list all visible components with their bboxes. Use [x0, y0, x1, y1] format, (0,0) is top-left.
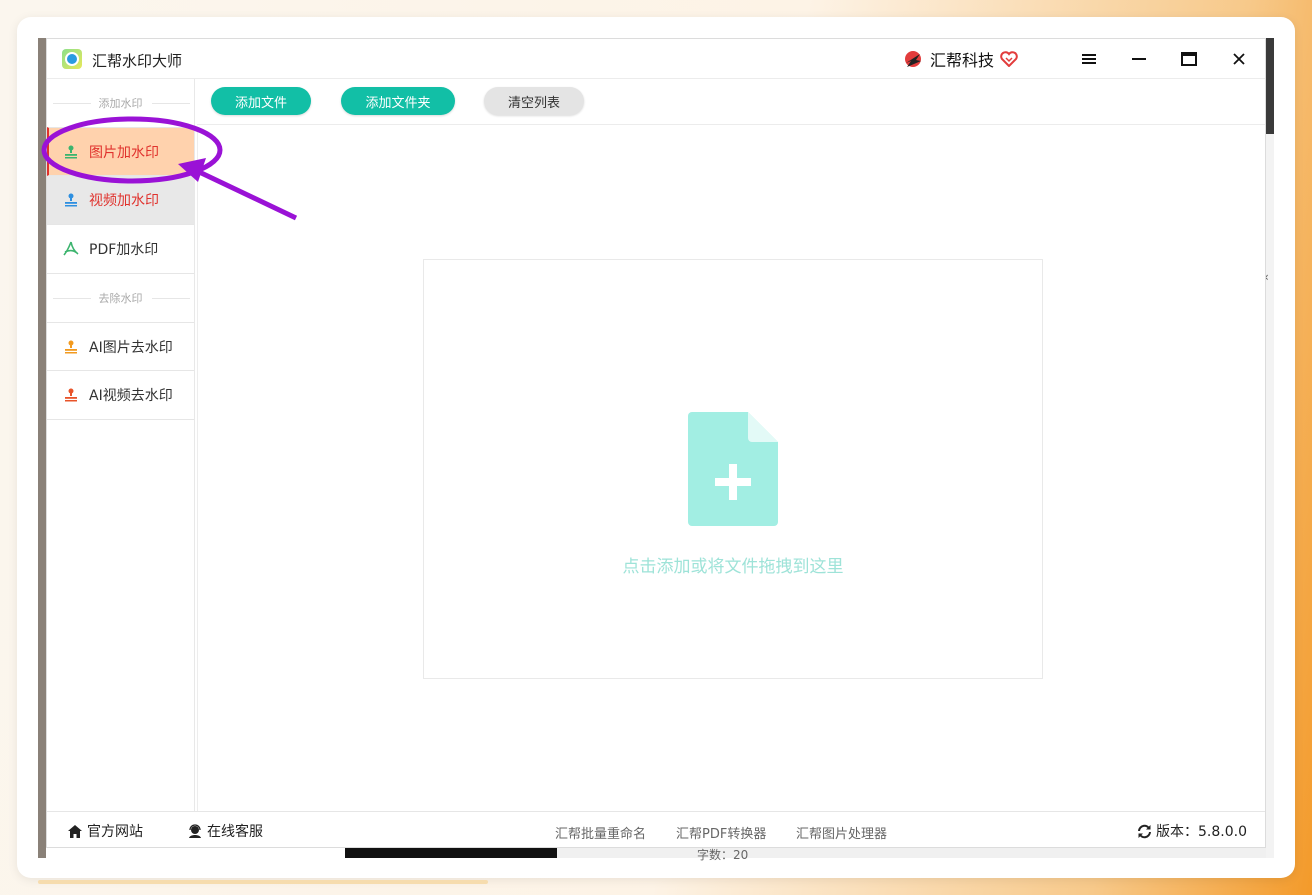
- official-website-link[interactable]: 官方网站: [67, 821, 143, 841]
- heart-icon: [1000, 51, 1018, 67]
- stamp-icon: [65, 388, 77, 402]
- app-logo-icon: [62, 49, 82, 69]
- background-remnant: [38, 38, 46, 858]
- close-icon[interactable]: [1227, 47, 1251, 71]
- sidebar-item-label: AI图片去水印: [89, 339, 173, 356]
- add-file-icon: [688, 412, 778, 526]
- sidebar-item-label: 图片加水印: [89, 144, 159, 161]
- sidebar-item-label: PDF加水印: [89, 242, 159, 258]
- pdf-icon: [63, 241, 79, 256]
- menu-icon[interactable]: [1077, 47, 1101, 71]
- version-label: 版本：5.8.0.0: [1156, 824, 1247, 840]
- brand-logo-icon: [905, 51, 921, 67]
- online-support-label: 在线客服: [207, 824, 263, 840]
- tool-link-pdf-converter[interactable]: 汇帮PDF转换器: [676, 823, 766, 842]
- brand-name: 汇帮科技: [930, 51, 995, 70]
- online-support-link[interactable]: 在线客服: [187, 821, 263, 841]
- sidebar-item-video-watermark[interactable]: 视频加水印: [47, 176, 194, 225]
- section-label-add: 添加水印: [47, 79, 194, 127]
- section-label-remove: 去除水印: [47, 274, 194, 322]
- version-info[interactable]: 版本：5.8.0.0: [1137, 821, 1247, 841]
- support-agent-icon: [189, 823, 201, 838]
- app-window: 汇帮水印大师 汇帮科技 添加水印 图片加水印 视频加水印 PDF加水印 去除水印…: [46, 38, 1266, 848]
- maximize-icon[interactable]: [1177, 47, 1201, 71]
- background-remnant: [557, 848, 1266, 858]
- dropzone[interactable]: 点击添加或将文件拖拽到这里: [423, 259, 1043, 679]
- file-list-area: 点击添加或将文件拖拽到这里: [197, 127, 1265, 811]
- sidebar-item-image-watermark[interactable]: 图片加水印: [47, 127, 194, 176]
- toolbar: 添加文件 添加文件夹 清空列表: [197, 79, 1265, 125]
- sidebar-item-label: 视频加水印: [89, 193, 159, 209]
- background-remnant: [1266, 134, 1274, 858]
- app-title: 汇帮水印大师: [92, 52, 183, 70]
- stamp-icon: [65, 145, 77, 158]
- brand[interactable]: 汇帮科技: [902, 47, 1018, 71]
- sidebar-item-ai-image-remove[interactable]: AI图片去水印: [47, 322, 194, 371]
- clear-list-button[interactable]: 清空列表: [484, 87, 584, 115]
- refresh-icon: [1138, 824, 1151, 838]
- stamp-icon: [65, 340, 77, 353]
- sidebar-item-pdf-watermark[interactable]: PDF加水印: [47, 225, 194, 274]
- sidebar-item-ai-video-remove[interactable]: AI视频去水印: [47, 371, 194, 420]
- decorative-strip: [38, 880, 488, 884]
- dropzone-hint: 点击添加或将文件拖拽到这里: [622, 557, 844, 577]
- official-website-label: 官方网站: [87, 824, 143, 840]
- background-remnant: [345, 848, 557, 858]
- home-icon: [68, 824, 82, 838]
- tool-link-image-processor[interactable]: 汇帮图片处理器: [796, 823, 887, 842]
- background-remnant: [1266, 38, 1274, 134]
- add-folder-button[interactable]: 添加文件夹: [341, 87, 455, 115]
- footer: 官方网站 在线客服 汇帮批量重命名 汇帮PDF转换器 汇帮图片处理器 版本：5.…: [47, 811, 1265, 849]
- titlebar: 汇帮水印大师 汇帮科技: [47, 39, 1265, 79]
- sidebar: 添加水印 图片加水印 视频加水印 PDF加水印 去除水印 AI图片去水印 AI视…: [47, 79, 195, 811]
- tool-link-rename[interactable]: 汇帮批量重命名: [555, 823, 646, 842]
- sidebar-item-label: AI视频去水印: [89, 388, 173, 404]
- stamp-icon: [65, 193, 77, 207]
- minimize-icon[interactable]: [1127, 47, 1151, 71]
- add-file-button[interactable]: 添加文件: [211, 87, 311, 115]
